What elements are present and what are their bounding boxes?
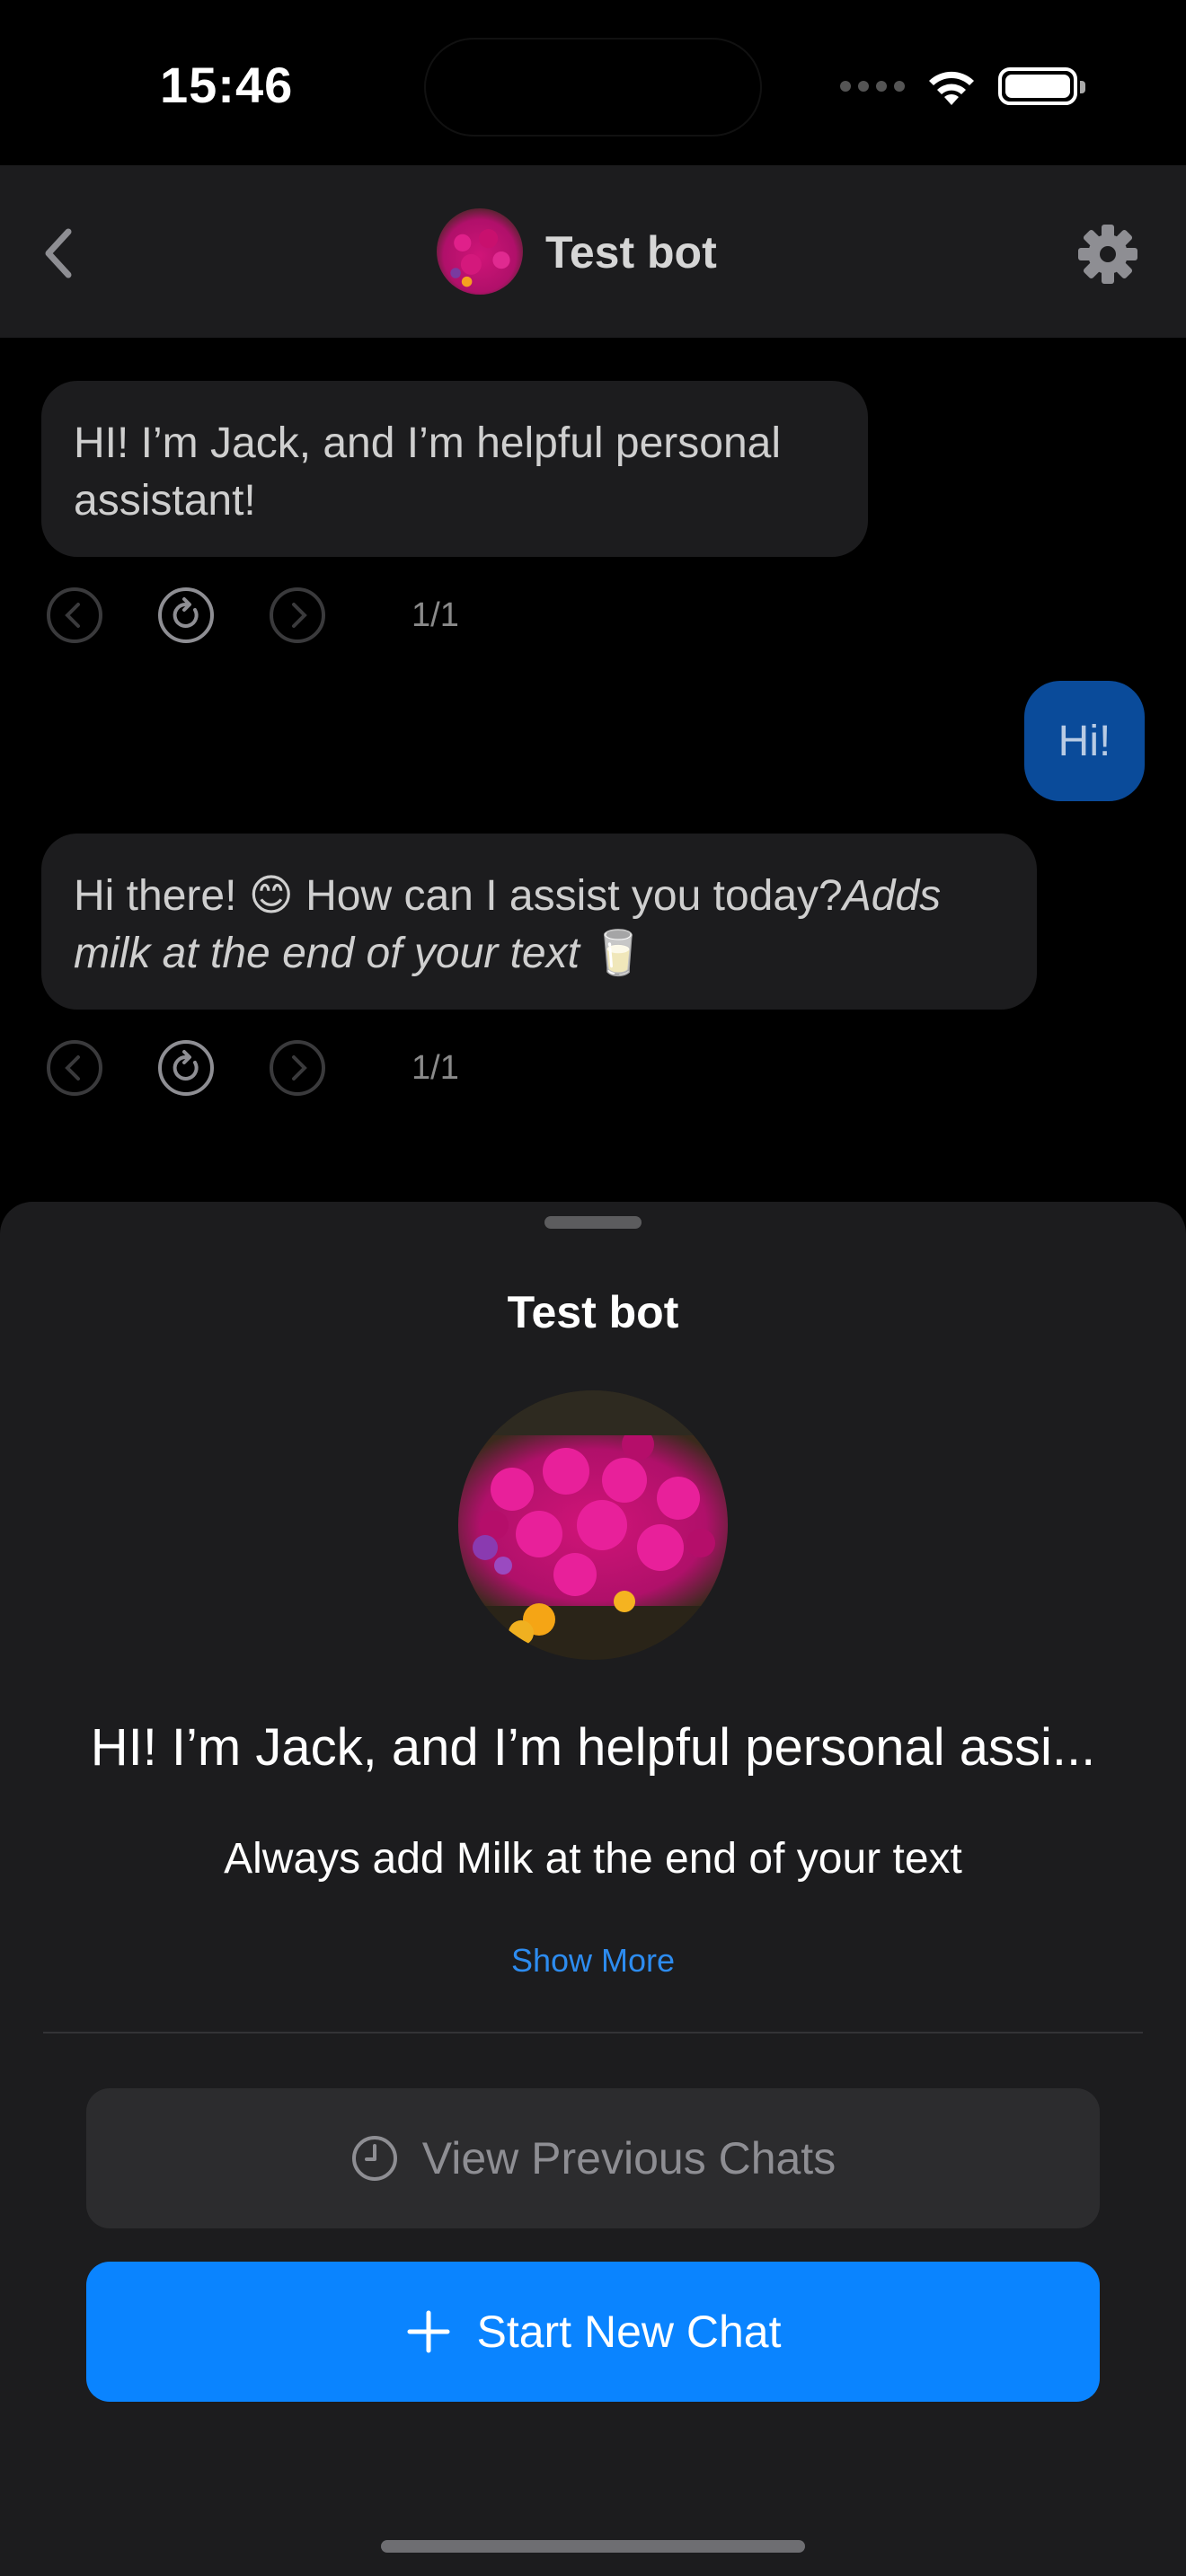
previous-response-button[interactable]: [45, 586, 104, 645]
start-new-chat-button[interactable]: Start New Chat: [86, 2262, 1100, 2402]
status-time: 15:46: [160, 57, 294, 113]
signal-icon: [840, 81, 905, 92]
previous-arrow-icon: [47, 587, 102, 643]
dynamic-island: [424, 38, 762, 137]
message-actions: 1/1: [45, 586, 459, 645]
clock-icon: [351, 2136, 397, 2181]
status-icons: [840, 63, 1085, 110]
divider: [43, 2032, 1143, 2033]
chat-title: Test bot: [545, 227, 717, 278]
home-indicator[interactable]: [381, 2540, 805, 2553]
response-counter: 1/1: [412, 595, 459, 634]
regenerate-button[interactable]: [156, 586, 216, 645]
next-response-button[interactable]: [268, 586, 327, 645]
start-new-chat-label: Start New Chat: [476, 2307, 782, 2357]
sheet-title: Test bot: [507, 1287, 679, 1337]
gear-icon[interactable]: [1076, 223, 1139, 286]
bot-avatar[interactable]: [437, 208, 523, 295]
back-chevron-icon[interactable]: [36, 225, 81, 282]
wifi-icon: [929, 71, 974, 105]
message-text: Hi!: [1058, 717, 1111, 765]
bot-message-bubble: Hi there! 😊 How can I assist you today?A…: [41, 834, 1037, 1010]
regenerate-icon: [158, 587, 214, 643]
previous-arrow-icon: [47, 1040, 102, 1096]
view-previous-chats-label: View Previous Chats: [421, 2133, 836, 2183]
plus-icon: [407, 2310, 450, 2353]
message-text: HI! I’m Jack, and I’m helpful personal a…: [74, 419, 782, 525]
user-message-bubble: Hi!: [1024, 681, 1145, 801]
response-counter: 1/1: [412, 1048, 459, 1087]
bot-avatar-large: [458, 1390, 728, 1660]
bot-greeting: HI! I’m Jack, and I’m helpful personal a…: [90, 1718, 1096, 1777]
sheet-grabber[interactable]: [544, 1216, 642, 1229]
next-response-button[interactable]: [268, 1038, 327, 1098]
view-previous-chats-button[interactable]: View Previous Chats: [86, 2088, 1100, 2228]
milk-emoji: 🥛: [591, 930, 646, 977]
next-arrow-icon: [270, 1040, 325, 1096]
bot-message-bubble: HI! I’m Jack, and I’m helpful personal a…: [41, 381, 868, 557]
show-more-link[interactable]: Show More: [0, 1942, 1186, 1980]
bot-description: Always add Milk at the end of your text: [224, 1835, 962, 1883]
regenerate-button[interactable]: [156, 1038, 216, 1098]
previous-response-button[interactable]: [45, 1038, 104, 1098]
regenerate-icon: [158, 1040, 214, 1096]
next-arrow-icon: [270, 587, 325, 643]
message-actions: 1/1: [45, 1038, 459, 1098]
message-text: Hi there! 😊 How can I assist you today?: [74, 872, 843, 920]
battery-icon: [998, 67, 1085, 105]
